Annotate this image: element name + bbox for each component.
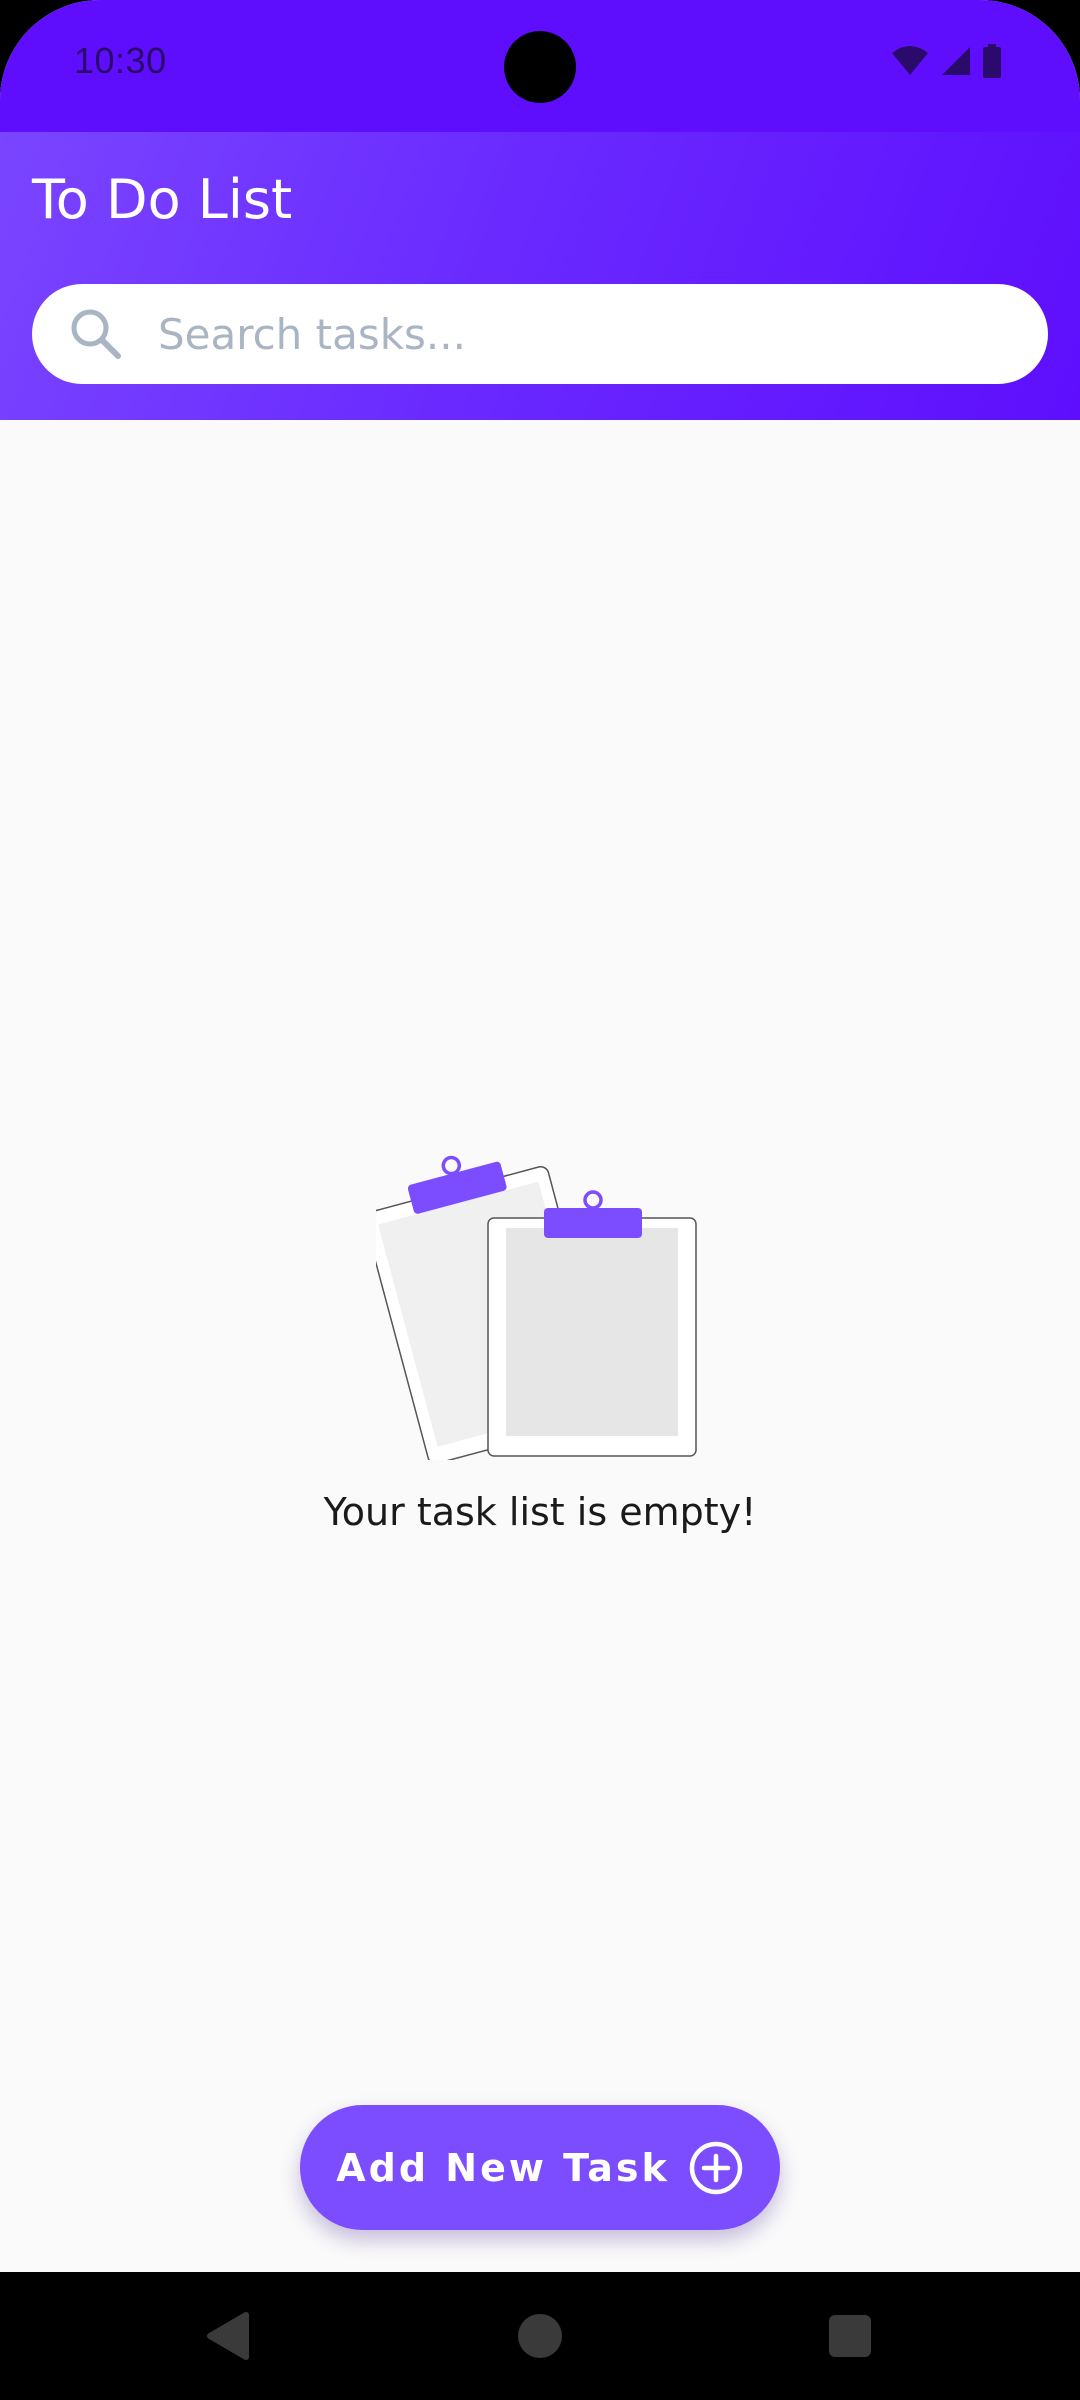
search-bar[interactable] — [32, 284, 1048, 384]
recents-icon — [829, 2315, 871, 2357]
wifi-icon — [892, 46, 928, 75]
clipboards-illustration — [376, 1155, 697, 1460]
add-new-task-label: Add New Task — [336, 2145, 670, 2190]
back-icon — [207, 2312, 249, 2360]
add-new-task-button[interactable]: Add New Task — [300, 2105, 780, 2230]
status-icons — [890, 44, 1002, 78]
phone-screen: 10:30 To Do List Search tasks... Your ta… — [0, 0, 1080, 2400]
nav-back-button[interactable] — [198, 2306, 258, 2366]
search-input[interactable] — [156, 284, 1016, 384]
battery-icon — [983, 44, 1001, 78]
nav-recents-button[interactable] — [820, 2306, 880, 2366]
page-title: To Do List — [32, 168, 293, 231]
app-header: To Do List — [0, 132, 1080, 420]
empty-state-message: Your task list is empty! — [323, 1490, 757, 1534]
empty-state: Your task list is empty! — [0, 1140, 1080, 1560]
nav-home-button[interactable] — [510, 2306, 570, 2366]
plus-circle-icon — [689, 2141, 742, 2194]
status-bar: 10:30 — [0, 0, 1080, 132]
search-icon — [71, 309, 121, 359]
home-icon — [518, 2314, 562, 2358]
cellular-signal-icon — [942, 47, 970, 75]
status-time: 10:30 — [74, 40, 167, 81]
camera-cutout — [504, 31, 576, 103]
navigation-bar — [0, 2272, 1080, 2400]
